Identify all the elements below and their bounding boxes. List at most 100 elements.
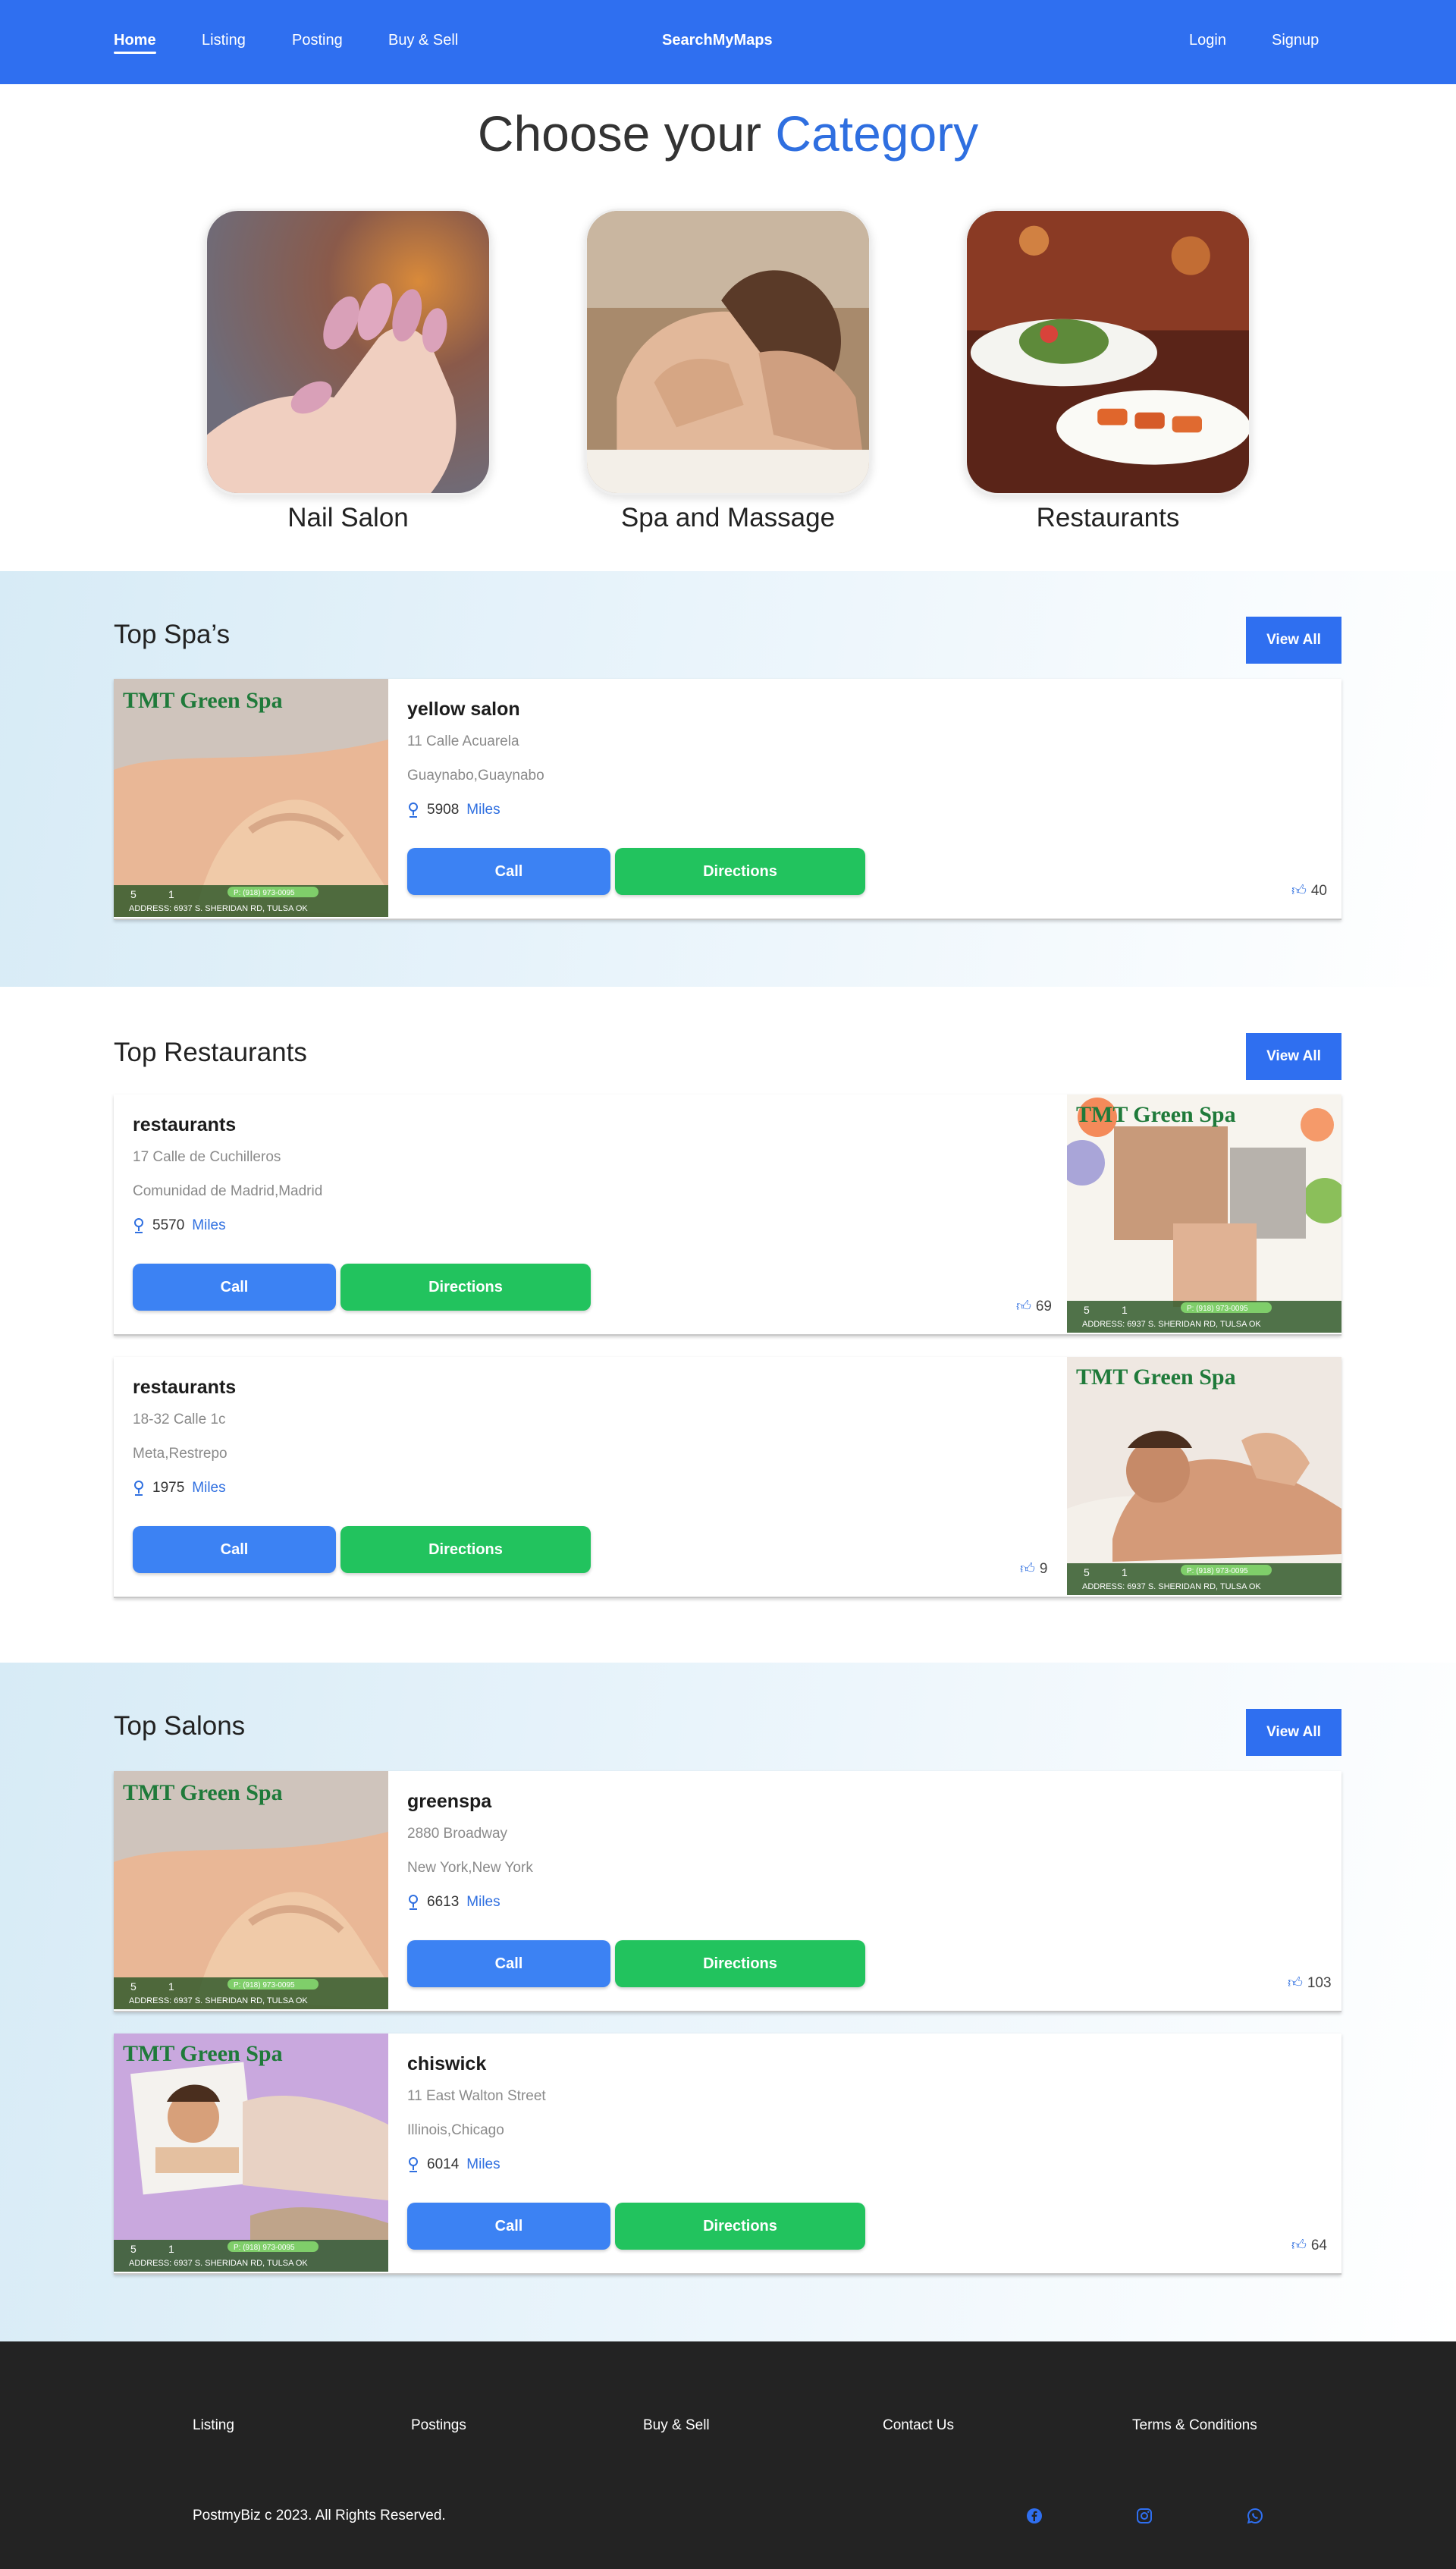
distance-value: 5908: [427, 802, 460, 818]
likes-count[interactable]: 👍︎ 9: [1020, 1560, 1047, 1578]
directions-button[interactable]: Directions: [340, 1264, 591, 1311]
listing-card[interactable]: TMT Green Spa P: (918) 973-0095 5 1 ADDR…: [114, 1771, 1341, 2012]
distance-unit: Miles: [192, 1217, 226, 1233]
top-navbar: Home Listing Posting Buy & Sell SearchMy…: [0, 0, 1456, 84]
location-pin-icon: [409, 802, 418, 818]
directions-button[interactable]: Directions: [615, 2203, 865, 2250]
spa-massage-image[interactable]: [585, 209, 871, 495]
view-all-button[interactable]: View All: [1246, 1033, 1341, 1080]
listing-thumbnail[interactable]: TMT Green Spa P: (918) 973-0095 5 1 ADDR…: [114, 1771, 388, 2009]
directions-button[interactable]: Directions: [615, 1940, 865, 1987]
listing-address-line2: Guaynabo,Guaynabo: [407, 768, 544, 784]
likes-count[interactable]: 👍︎ 103: [1288, 1974, 1332, 1992]
footer-postings-link[interactable]: Postings: [411, 2417, 466, 2434]
listing-name[interactable]: yellow salon: [407, 699, 520, 721]
view-all-button[interactable]: View All: [1246, 1709, 1341, 1756]
category-heading-text: Choose your: [477, 105, 762, 162]
listing-card[interactable]: TMT Green Spa P: (918) 973-0095 5 1 ADDR…: [114, 679, 1341, 920]
footer-listing-link[interactable]: Listing: [193, 2417, 234, 2434]
thumb-photos-count: 5: [130, 1980, 136, 1993]
thumb-address-text: ADDRESS: 6937 S. SHERIDAN RD, TULSA OK: [129, 2259, 308, 2268]
thumb-brand-text: TMT Green Spa: [1076, 1365, 1236, 1390]
top-spas-section: Top Spa’s View All TMT Green Spa P: (918…: [0, 571, 1456, 987]
likes-count[interactable]: 👍︎ 64: [1291, 2237, 1327, 2254]
instagram-icon[interactable]: [1135, 2507, 1153, 2525]
listing-distance: 5908 Miles: [407, 802, 500, 818]
listing-address-line1: 17 Calle de Cuchilleros: [133, 1149, 281, 1165]
listing-name[interactable]: restaurants: [133, 1377, 236, 1399]
section-title: Top Restaurants: [114, 1038, 307, 1067]
distance-unit: Miles: [466, 1894, 500, 1910]
nail-salon-image[interactable]: [205, 209, 491, 495]
category-nail-salon[interactable]: Nail Salon: [205, 209, 491, 533]
listing-thumbnail[interactable]: TMT Green Spa P: (918) 973-0095 5 1 ADDR…: [114, 2034, 388, 2272]
category-restaurants[interactable]: Restaurants: [965, 209, 1251, 533]
brand-logo-link[interactable]: SearchMyMaps: [662, 32, 773, 49]
call-button[interactable]: Call: [407, 1940, 610, 1987]
thumb-photos-count: 5: [1084, 1304, 1090, 1316]
call-button[interactable]: Call: [133, 1264, 336, 1311]
location-pin-icon: [134, 1481, 143, 1496]
footer-contact-link[interactable]: Contact Us: [883, 2417, 954, 2434]
thumb-brand-text: TMT Green Spa: [123, 688, 283, 713]
thumb-videos-count: 1: [168, 2243, 174, 2255]
thumb-address-text: ADDRESS: 6937 S. SHERIDAN RD, TULSA OK: [129, 904, 308, 913]
directions-button[interactable]: Directions: [340, 1526, 591, 1573]
thumbs-up-icon: 👍︎: [1291, 883, 1307, 899]
likes-count[interactable]: 👍︎ 40: [1291, 882, 1327, 900]
listing-card[interactable]: restaurants 18-32 Calle 1c Meta,Restrepo…: [114, 1357, 1341, 1598]
nav-signup-link[interactable]: Signup: [1272, 32, 1319, 49]
nav-posting-link[interactable]: Posting: [292, 32, 343, 49]
nav-listing-link[interactable]: Listing: [202, 32, 246, 49]
nav-home-link[interactable]: Home: [114, 32, 156, 54]
distance-unit: Miles: [466, 2156, 500, 2172]
directions-button[interactable]: Directions: [615, 848, 865, 895]
thumb-videos-count: 1: [168, 888, 174, 900]
thumb-address-text: ADDRESS: 6937 S. SHERIDAN RD, TULSA OK: [1082, 1582, 1261, 1591]
call-button[interactable]: Call: [407, 848, 610, 895]
call-button[interactable]: Call: [407, 2203, 610, 2250]
listing-name[interactable]: restaurants: [133, 1114, 236, 1136]
section-title: Top Salons: [114, 1711, 246, 1741]
distance-value: 5570: [152, 1217, 185, 1233]
nav-login-link[interactable]: Login: [1189, 32, 1226, 49]
category-heading-accent: Category: [775, 105, 979, 162]
whatsapp-icon[interactable]: [1246, 2507, 1264, 2525]
restaurants-image[interactable]: [965, 209, 1251, 495]
listing-thumbnail[interactable]: TMT Green Spa P: (918) 973-0095 5 1 ADDR…: [1067, 1094, 1341, 1333]
listing-distance: 6014 Miles: [407, 2156, 500, 2173]
facebook-icon[interactable]: [1025, 2507, 1043, 2525]
category-label: Restaurants: [1036, 503, 1180, 532]
likes-count[interactable]: 👍︎ 69: [1016, 1298, 1052, 1315]
view-all-button[interactable]: View All: [1246, 617, 1341, 664]
listing-name[interactable]: chiswick: [407, 2053, 486, 2075]
thumb-videos-count: 1: [1122, 1304, 1128, 1316]
thumb-photos-count: 5: [130, 2243, 136, 2255]
footer-terms-link[interactable]: Terms & Conditions: [1132, 2417, 1257, 2434]
call-button[interactable]: Call: [133, 1526, 336, 1573]
listing-thumbnail[interactable]: TMT Green Spa P: (918) 973-0095 5 1 ADDR…: [1067, 1357, 1341, 1595]
listing-address-line1: 18-32 Calle 1c: [133, 1412, 226, 1427]
likes-value: 64: [1310, 2237, 1327, 2253]
listing-address-line2: Illinois,Chicago: [407, 2122, 504, 2138]
listing-distance: 1975 Miles: [133, 1480, 226, 1496]
footer-buy-sell-link[interactable]: Buy & Sell: [643, 2417, 710, 2434]
thumbs-up-icon: 👍︎: [1016, 1299, 1031, 1314]
listing-card[interactable]: restaurants 17 Calle de Cuchilleros Comu…: [114, 1094, 1341, 1336]
thumb-videos-count: 1: [1122, 1566, 1128, 1578]
category-spa-massage[interactable]: Spa and Massage: [585, 209, 871, 533]
thumb-photos-count: 5: [130, 888, 136, 900]
listing-name[interactable]: greenspa: [407, 1791, 491, 1813]
listing-distance: 5570 Miles: [133, 1217, 226, 1234]
distance-unit: Miles: [192, 1480, 226, 1496]
listing-thumbnail[interactable]: TMT Green Spa P: (918) 973-0095 5 1 ADDR…: [114, 679, 388, 917]
likes-value: 40: [1310, 882, 1327, 899]
thumb-videos-count: 1: [168, 1980, 174, 1993]
thumb-address-text: ADDRESS: 6937 S. SHERIDAN RD, TULSA OK: [1082, 1320, 1261, 1329]
listing-card[interactable]: TMT Green Spa P: (918) 973-0095 5 1 ADDR…: [114, 2034, 1341, 2275]
thumb-brand-text: TMT Green Spa: [123, 2041, 283, 2066]
nav-buy-sell-link[interactable]: Buy & Sell: [388, 32, 458, 49]
distance-value: 1975: [152, 1480, 185, 1496]
top-restaurants-section: Top Restaurants View All restaurants 17 …: [0, 987, 1456, 1663]
likes-value: 69: [1035, 1298, 1052, 1314]
